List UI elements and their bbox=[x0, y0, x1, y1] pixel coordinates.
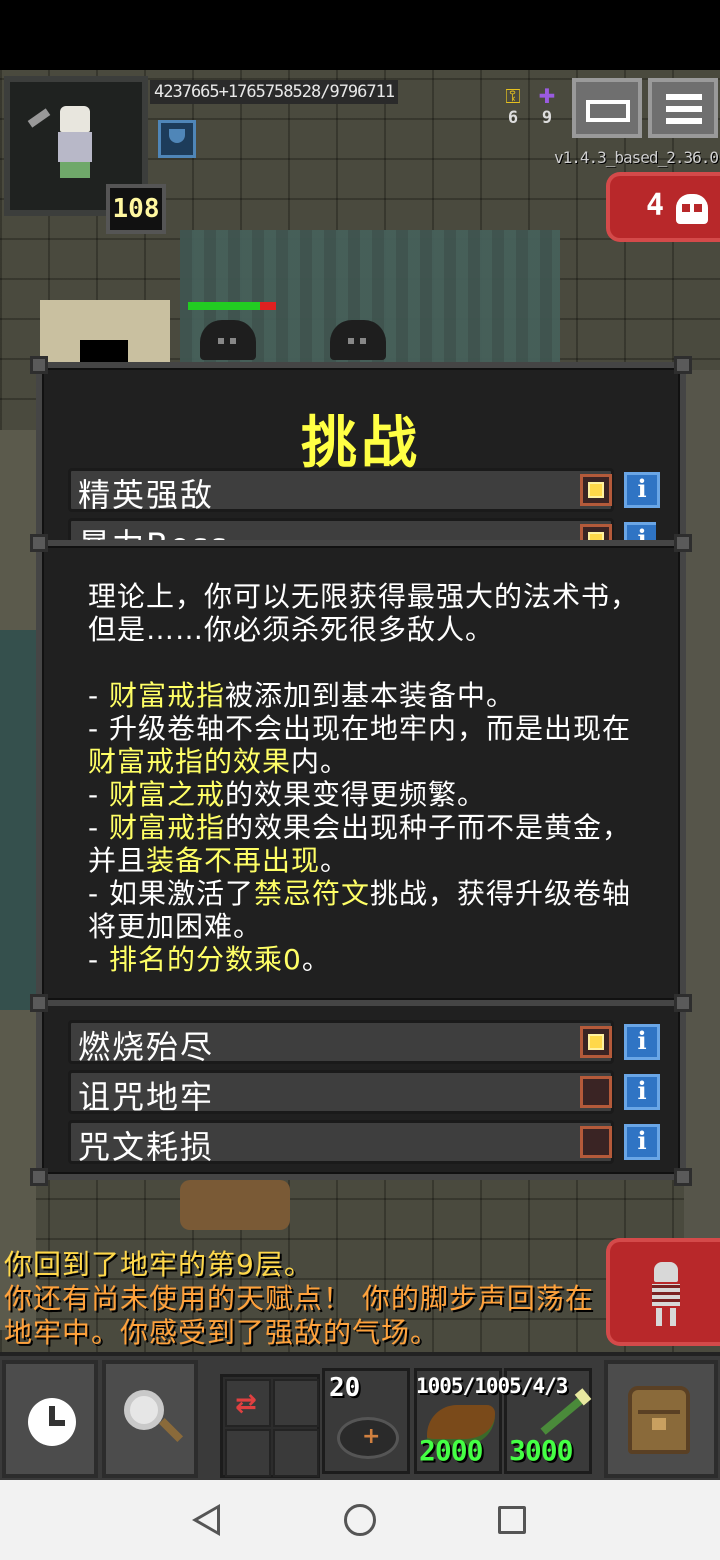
challenge-row-cursed-dungeon[interactable]: 诅咒地牢 i bbox=[68, 1070, 660, 1116]
game-log: 你回到了地牢的第9层。 你还有尚未使用的天赋点！ 你的脚步声回荡在地牢中。你感受… bbox=[4, 1248, 604, 1350]
back-icon[interactable] bbox=[192, 1504, 220, 1536]
bottom-toolbar: ⇄ 20 2000 3000 bbox=[0, 1352, 720, 1480]
empty-slot[interactable] bbox=[273, 1379, 319, 1427]
info-icon[interactable]: i bbox=[624, 1124, 660, 1160]
challenge-label: 燃烧殆尽 bbox=[78, 1028, 215, 1066]
slot-quantity: 2000 bbox=[419, 1434, 483, 1467]
experience-readout: 4237665+1765758528/9796711 bbox=[150, 80, 399, 104]
challenge-row-spell-wear[interactable]: 咒文耗损 i bbox=[68, 1120, 660, 1166]
challenge-description-popup[interactable]: 理论上，你可以无限获得最强大的法术书，但是……你必须杀死很多敌人。 - 财富戒指… bbox=[30, 534, 692, 1012]
challenge-label: 咒文耗损 bbox=[78, 1128, 215, 1166]
description-bullet: - 财富戒指被添加到基本装备中。 bbox=[88, 679, 516, 712]
skeleton-icon bbox=[650, 1262, 682, 1326]
challenge-checkbox[interactable] bbox=[580, 1126, 612, 1158]
version-label: v1.4.3_based_2.36.0 bbox=[553, 148, 719, 167]
wait-button[interactable] bbox=[2, 1360, 98, 1478]
info-icon[interactable]: i bbox=[624, 1074, 660, 1110]
backpack-button[interactable] bbox=[604, 1360, 718, 1478]
description-bullet: - 如果激活了禁忌符文挑战，获得升级卷轴将更加困难。 bbox=[88, 877, 632, 943]
recents-icon[interactable] bbox=[498, 1506, 526, 1534]
wand-icon bbox=[540, 1395, 586, 1435]
challenges-title: 挑战 bbox=[301, 411, 421, 476]
description-bullet: - 排名的分数乘0。 bbox=[88, 943, 331, 976]
wall-right bbox=[684, 370, 720, 1290]
challenge-label: 精英强敌 bbox=[78, 476, 215, 514]
challenge-checkbox[interactable] bbox=[580, 474, 612, 506]
energy-crystal-icon: ✚ bbox=[538, 84, 556, 108]
shadow-enemy[interactable] bbox=[330, 320, 386, 360]
stone-icon bbox=[337, 1417, 399, 1459]
challenge-label: 诅咒地牢 bbox=[78, 1078, 215, 1116]
shadow-enemy[interactable] bbox=[200, 320, 256, 360]
challenge-row-burnout[interactable]: 燃烧殆尽 i bbox=[68, 1020, 660, 1066]
clock-icon bbox=[28, 1398, 76, 1446]
search-button[interactable] bbox=[102, 1360, 198, 1478]
hero-sprite bbox=[27, 106, 98, 178]
empty-slot[interactable] bbox=[273, 1429, 319, 1477]
info-icon[interactable]: i bbox=[624, 472, 660, 508]
energy-counter: ✚ 9 bbox=[538, 84, 556, 128]
description-bullet: - 财富戒指的效果会出现种子而不是黄金，并且装备不再出现。 bbox=[88, 811, 632, 877]
slot-quantity: 3000 bbox=[509, 1434, 573, 1467]
floor-item bbox=[180, 1180, 290, 1230]
hero-level: 108 bbox=[106, 184, 166, 234]
journal-button[interactable] bbox=[572, 78, 642, 138]
danger-indicator[interactable]: 4 bbox=[606, 172, 720, 242]
journal-icon bbox=[586, 100, 630, 122]
challenge-row-elite[interactable]: 精英强敌 i bbox=[68, 468, 660, 514]
status-bar bbox=[0, 0, 720, 70]
description-bullet: - 升级卷轴不会出现在地牢内，而是出现在财富戒指的效果内。 bbox=[88, 712, 632, 778]
rock-left bbox=[0, 630, 36, 1010]
log-line: 你还有尚未使用的天赋点！ 你的脚步声回荡在地牢中。你感受到了强敌的气场。 bbox=[4, 1282, 594, 1349]
stone-count: 20 bbox=[329, 1373, 361, 1403]
challenge-description: 理论上，你可以无限获得最强大的法术书，但是……你必须杀死很多敌人。 - 财富戒指… bbox=[88, 580, 648, 976]
doorway bbox=[40, 300, 170, 370]
ammo-readout: 1005/1005/4/3 bbox=[416, 1374, 568, 1398]
info-icon[interactable]: i bbox=[624, 1024, 660, 1060]
quickslot-stone[interactable]: 20 bbox=[322, 1368, 410, 1474]
buff-shield-icon[interactable] bbox=[158, 120, 196, 158]
danger-count: 4 bbox=[646, 188, 665, 223]
description-bullet: - 财富之戒的效果变得更频繁。 bbox=[88, 778, 487, 811]
swap-slot[interactable]: ⇄ bbox=[225, 1379, 271, 1427]
home-icon[interactable] bbox=[344, 1504, 376, 1536]
gold-key-icon: ⚿ bbox=[505, 84, 521, 108]
enemy-health-bar bbox=[188, 302, 276, 310]
magnifier-icon bbox=[124, 1390, 164, 1430]
log-line: 你回到了地牢的第9层。 bbox=[4, 1248, 313, 1281]
challenge-checkbox[interactable] bbox=[580, 1076, 612, 1108]
gold-key-counter: ⚿ 6 bbox=[498, 84, 528, 128]
system-nav-bar bbox=[0, 1480, 720, 1560]
description-intro: 理论上，你可以无限获得最强大的法术书，但是……你必须杀死很多敌人。 bbox=[88, 580, 640, 646]
skull-icon bbox=[676, 194, 708, 224]
menu-button[interactable] bbox=[648, 78, 718, 138]
challenge-checkbox[interactable] bbox=[580, 1026, 612, 1058]
swap-icon: ⇄ bbox=[235, 1389, 257, 1419]
key-counters: ⚿ 6 ✚ 9 bbox=[498, 84, 566, 140]
empty-slot[interactable] bbox=[225, 1429, 271, 1477]
hamburger-icon bbox=[666, 94, 702, 124]
backpack-icon bbox=[628, 1386, 690, 1454]
quickslot-swap-panel[interactable]: ⇄ bbox=[220, 1374, 320, 1478]
attack-target-button[interactable] bbox=[606, 1238, 720, 1346]
